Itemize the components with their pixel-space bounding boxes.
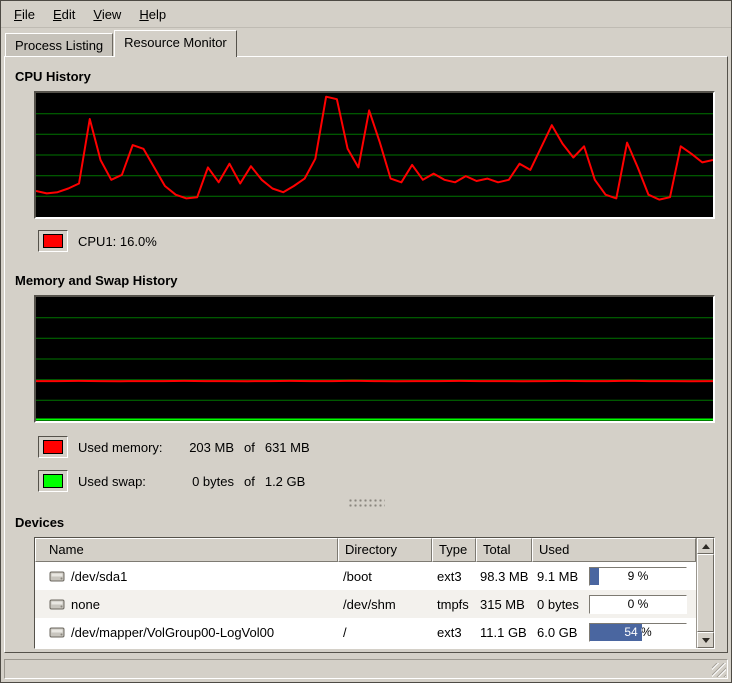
scroll-up-icon: [702, 544, 710, 549]
used-swap-value: 0 bytes: [178, 474, 234, 489]
memory-swap-plot: [36, 297, 713, 421]
menu-edit[interactable]: Edit: [44, 3, 84, 26]
drive-icon: [49, 597, 65, 611]
device-total: 11.1 GB: [480, 625, 527, 640]
cpu1-color-swatch: [43, 234, 63, 248]
device-row[interactable]: none /dev/shm tmpfs 315 MB 0 bytes 0 % 0…: [35, 590, 696, 618]
menu-bar: File Edit View Help: [1, 1, 731, 28]
device-used: 0 bytes: [537, 597, 579, 612]
resource-monitor-panel: CPU History CPU1: 16.0% Memory and Swap …: [4, 56, 728, 653]
used-memory-color-swatch-frame: [38, 436, 68, 458]
column-header-total[interactable]: Total: [476, 538, 532, 562]
used-percentage-fill: 54 %: [590, 624, 642, 641]
window-resize-grip[interactable]: [712, 663, 726, 677]
used-memory-label: Used memory:: [78, 440, 178, 455]
system-monitor-window: File Edit View Help Process Listing Reso…: [0, 0, 732, 683]
column-header-used[interactable]: Used: [532, 538, 696, 562]
cpu-history-plot: [36, 93, 713, 217]
device-type: ext3: [437, 569, 462, 584]
vertical-scrollbar[interactable]: [696, 538, 714, 648]
used-percentage-bar: 54 % 54 %: [589, 623, 687, 642]
device-directory: /boot: [343, 569, 372, 584]
scroll-up-button[interactable]: [697, 538, 714, 554]
used-swap-label: Used swap:: [78, 474, 178, 489]
used-memory-color-swatch: [43, 440, 63, 454]
device-name: none: [71, 597, 100, 612]
devices-body: /dev/sda1 /boot ext3 98.3 MB 9.1 MB 9 % …: [35, 562, 696, 646]
device-total: 98.3 MB: [480, 569, 528, 584]
used-swap-of: of: [244, 474, 255, 489]
cpu-history-title: CPU History: [15, 69, 727, 85]
used-swap-legend-row: Used swap: 0 bytes of 1.2 GB: [38, 469, 715, 493]
used-swap-total: 1.2 GB: [265, 474, 305, 489]
scrollbar-thumb[interactable]: [697, 554, 714, 632]
status-bar: [4, 659, 728, 679]
scroll-down-button[interactable]: [697, 632, 714, 648]
device-type: tmpfs: [437, 597, 469, 612]
device-directory: /dev/shm: [343, 597, 396, 612]
devices-title: Devices: [15, 515, 727, 531]
column-header-name[interactable]: Name: [35, 538, 338, 562]
tab-bar: Process Listing Resource Monitor: [1, 28, 731, 56]
device-total: 315 MB: [480, 597, 525, 612]
device-type: ext3: [437, 625, 462, 640]
drive-icon: [49, 569, 65, 583]
cpu-legend-row: CPU1: 16.0%: [38, 229, 715, 253]
column-header-directory[interactable]: Directory: [338, 538, 432, 562]
menu-help[interactable]: Help: [130, 3, 175, 26]
device-row[interactable]: /dev/sda1 /boot ext3 98.3 MB 9.1 MB 9 % …: [35, 562, 696, 590]
used-memory-legend-row: Used memory: 203 MB of 631 MB: [38, 435, 715, 459]
device-used: 9.1 MB: [537, 569, 578, 584]
devices-table-header: Name Directory Type Total Used: [35, 538, 696, 562]
column-header-type[interactable]: Type: [432, 538, 476, 562]
cpu1-color-swatch-frame: [38, 230, 68, 252]
memory-swap-history-title: Memory and Swap History: [15, 273, 727, 289]
tab-process-listing[interactable]: Process Listing: [5, 33, 113, 56]
memory-swap-history-graph: [34, 295, 715, 423]
used-swap-color-swatch-frame: [38, 470, 68, 492]
menu-view[interactable]: View: [84, 3, 130, 26]
used-percentage-bar: 0 % 0 %: [589, 595, 687, 614]
used-memory-total: 631 MB: [265, 440, 310, 455]
pane-resize-grip[interactable]: [347, 497, 385, 507]
scroll-down-icon: [702, 638, 710, 643]
used-swap-color-swatch: [43, 474, 63, 488]
cpu1-legend-label: CPU1: 16.0%: [78, 234, 157, 249]
devices-table: Name Directory Type Total Used /dev/sda1…: [34, 537, 715, 649]
used-memory-of: of: [244, 440, 255, 455]
used-memory-value: 203 MB: [178, 440, 234, 455]
drive-icon: [49, 625, 65, 639]
used-percentage-label: 9 %: [590, 568, 686, 585]
device-name: /dev/mapper/VolGroup00-LogVol00: [71, 625, 274, 640]
used-percentage-bar: 9 % 9 %: [589, 567, 687, 586]
device-used: 6.0 GB: [537, 625, 577, 640]
cpu-history-graph: [34, 91, 715, 219]
tab-resource-monitor[interactable]: Resource Monitor: [114, 30, 237, 57]
device-row[interactable]: /dev/mapper/VolGroup00-LogVol00 / ext3 1…: [35, 618, 696, 646]
menu-file[interactable]: File: [5, 3, 44, 26]
used-percentage-fill: 9 %: [590, 568, 599, 585]
device-directory: /: [343, 625, 347, 640]
device-name: /dev/sda1: [71, 569, 127, 584]
used-percentage-label: 0 %: [590, 596, 686, 613]
